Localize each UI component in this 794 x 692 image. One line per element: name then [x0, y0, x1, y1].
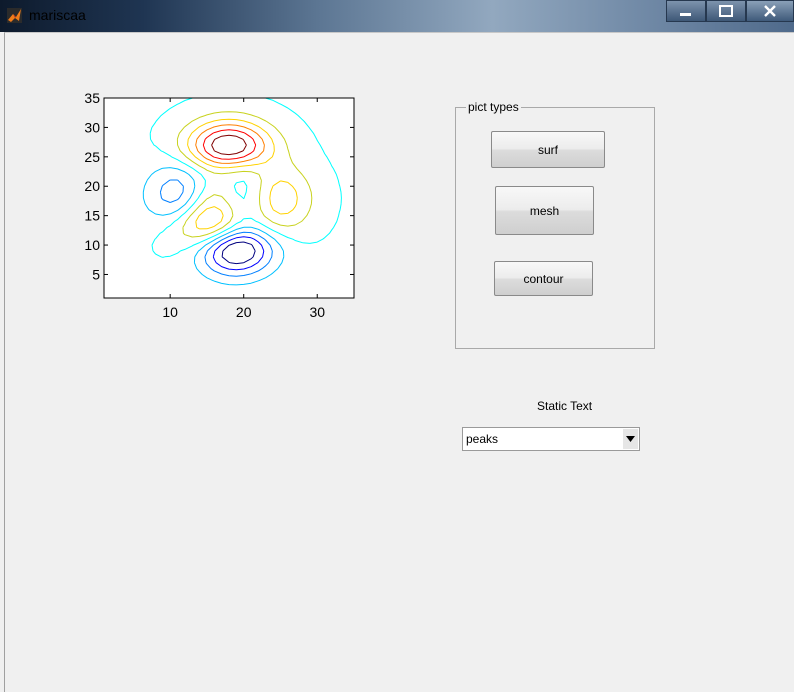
window-title: mariscaa: [29, 7, 86, 23]
y-tick-label: 25: [84, 149, 100, 165]
axes-background: [104, 98, 354, 298]
contour-chart: 5 10 15 20 25 30 35 10 20 30: [84, 90, 355, 320]
minimize-button[interactable]: [666, 0, 706, 22]
static-text-label: Static Text: [537, 399, 593, 413]
x-tick-label: 30: [309, 304, 325, 320]
close-icon: [764, 5, 776, 17]
y-tick-label: 35: [84, 90, 100, 106]
contour-button[interactable]: contour: [494, 261, 593, 296]
y-tick-label: 30: [84, 119, 100, 135]
title-bar: mariscaa: [0, 0, 794, 32]
surf-button[interactable]: surf: [491, 131, 605, 168]
dropdown-arrow-button[interactable]: [623, 429, 638, 449]
contour-axes[interactable]: 5 10 15 20 25 30 35 10 20 30: [72, 90, 362, 325]
y-tick-label: 15: [84, 208, 100, 224]
y-tick-label: 20: [84, 178, 100, 194]
x-tick-label: 10: [162, 304, 178, 320]
chevron-down-icon: [626, 436, 635, 442]
maximize-icon: [719, 5, 733, 17]
close-button[interactable]: [746, 0, 794, 22]
panel-title: pict types: [466, 100, 521, 114]
function-select[interactable]: peaks: [462, 427, 640, 451]
matlab-logo-icon: [7, 8, 22, 23]
x-tick-label: 20: [236, 304, 252, 320]
minimize-icon: [680, 13, 691, 16]
select-value: peaks: [466, 432, 499, 446]
y-tick-label: 5: [92, 266, 100, 282]
y-tick-label: 10: [84, 237, 100, 253]
maximize-button[interactable]: [706, 0, 746, 22]
mesh-button[interactable]: mesh: [495, 186, 594, 235]
